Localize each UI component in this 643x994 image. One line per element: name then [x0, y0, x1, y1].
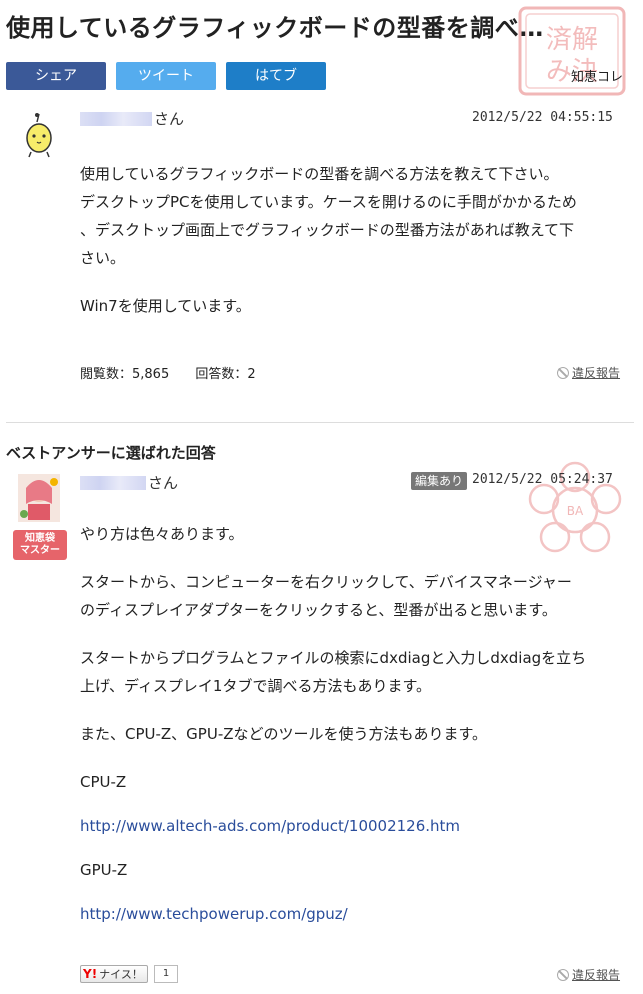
section-divider	[6, 422, 634, 423]
question-body: 使用しているグラフィックボードの型番を調べる方法を教えて下さい。 デスクトップP…	[80, 160, 625, 320]
user-suffix: さん	[154, 110, 185, 128]
question-report-link[interactable]: 違反報告	[557, 364, 620, 381]
question-user[interactable]: さん	[80, 108, 184, 129]
report-label: 違反報告	[572, 968, 621, 982]
best-answer-heading: ベストアンサーに選ばれた回答	[6, 444, 216, 462]
answer-line: のディスプレイアダプターをクリックすると、型番が出ると思います。	[80, 601, 557, 619]
answer-user[interactable]: さん	[80, 472, 178, 493]
answer-line: スタートから、コンピューターを右クリックして、デバイスマネージャー	[80, 573, 572, 591]
answer-line: やり方は色々あります。	[80, 525, 244, 543]
report-label: 違反報告	[572, 366, 621, 380]
nice-label: ナイス！	[99, 968, 143, 981]
gpuz-link[interactable]: http://www.techpowerup.com/gpuz/	[80, 905, 348, 923]
answers-count: 回答数：2	[195, 367, 256, 382]
masked-username	[80, 476, 146, 490]
question-stats: 閲覧数：5,865 回答数：2	[80, 363, 278, 382]
answer-line: 上げ、ディスプレイ1タブで調べる方法もあります。	[80, 677, 431, 695]
answer-line: GPU-Z	[80, 861, 128, 879]
question-date: 2012/5/22 04:55:15	[472, 110, 613, 125]
svg-text:済解: 済解	[546, 25, 598, 55]
answer-line: CPU-Z	[80, 773, 127, 791]
nice-widget: Y! ナイス！ 1	[80, 965, 179, 983]
edited-badge: 編集あり	[411, 472, 467, 490]
cpuz-link[interactable]: http://www.altech-ads.com/product/100021…	[80, 817, 460, 835]
answer-line: スタートからプログラムとファイルの検索にdxdiagと入力しdxdiagを立ち	[80, 649, 587, 667]
share-twitter-button[interactable]: ツイート	[116, 62, 216, 90]
user-suffix: さん	[148, 474, 179, 492]
chiebukuro-collection-link[interactable]: 知恵コレ	[571, 66, 623, 85]
question-line: Win7を使用しています。	[80, 297, 251, 315]
answer-line: また、CPU-Z、GPU-Zなどのツールを使う方法もあります。	[80, 725, 488, 743]
nice-button[interactable]: Y! ナイス！	[80, 965, 148, 983]
answer-report-link[interactable]: 違反報告	[557, 966, 620, 983]
chiebukuro-master-badge: 知恵袋 マスター	[13, 530, 67, 560]
badge-line: 知恵袋	[25, 533, 55, 544]
question-line: 、デスクトップ画面上でグラフィックボードの型番方法があれば教えて下	[80, 221, 574, 239]
share-hatena-button[interactable]: はてブ	[226, 62, 326, 90]
question-avatar-icon	[26, 113, 52, 158]
nice-count: 1	[153, 965, 179, 983]
question-line: さい。	[80, 249, 126, 267]
prohibited-icon	[557, 367, 569, 379]
solved-stamp-icon: 済解 み決	[518, 6, 626, 96]
question-line: 使用しているグラフィックボードの型番を調べる方法を教えて下さい。	[80, 165, 559, 183]
answer-date: 2012/5/22 05:24:37	[472, 472, 613, 487]
answer-body: やり方は色々あります。 スタートから、コンピューターを右クリックして、デバイスマ…	[80, 520, 625, 928]
badge-line: マスター	[20, 545, 60, 556]
masked-username	[80, 112, 152, 126]
question-line: デスクトップPCを使用しています。ケースを開けるのに手間がかかるため	[80, 193, 577, 211]
share-facebook-button[interactable]: シェア	[6, 62, 106, 90]
yahoo-y-icon: Y!	[83, 967, 98, 981]
prohibited-icon	[557, 969, 569, 981]
answer-avatar-icon	[18, 474, 60, 522]
svg-text:BA: BA	[567, 504, 584, 518]
views-count: 閲覧数：5,865	[80, 367, 170, 382]
